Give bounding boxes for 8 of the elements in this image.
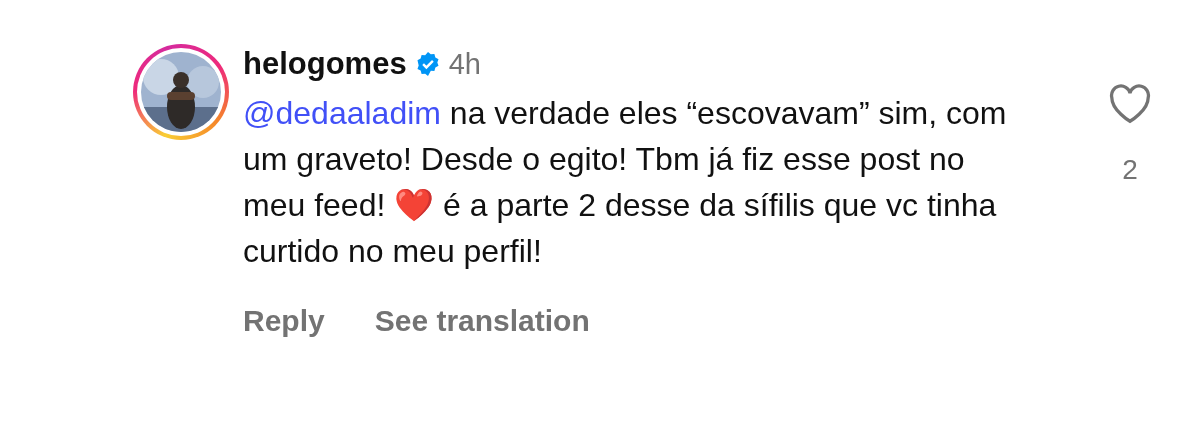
mention-link[interactable]: @dedaaladim [243,95,441,131]
see-translation-button[interactable]: See translation [374,304,590,338]
reply-button[interactable]: Reply [243,304,325,338]
username[interactable]: helogomes [243,46,407,82]
heart-icon[interactable] [1108,84,1152,124]
like-count: 2 [1122,154,1138,186]
comment-time: 4h [448,47,481,81]
comment-text: @dedaaladim na verdade eles “escovavam” sim, com um graveto! Desde o egito! Tbm já fiz esse post no meu feed! ❤ é a parte 2 desse da sífilis que vc tinha curtido no meu perfil! [243,94,1008,271]
